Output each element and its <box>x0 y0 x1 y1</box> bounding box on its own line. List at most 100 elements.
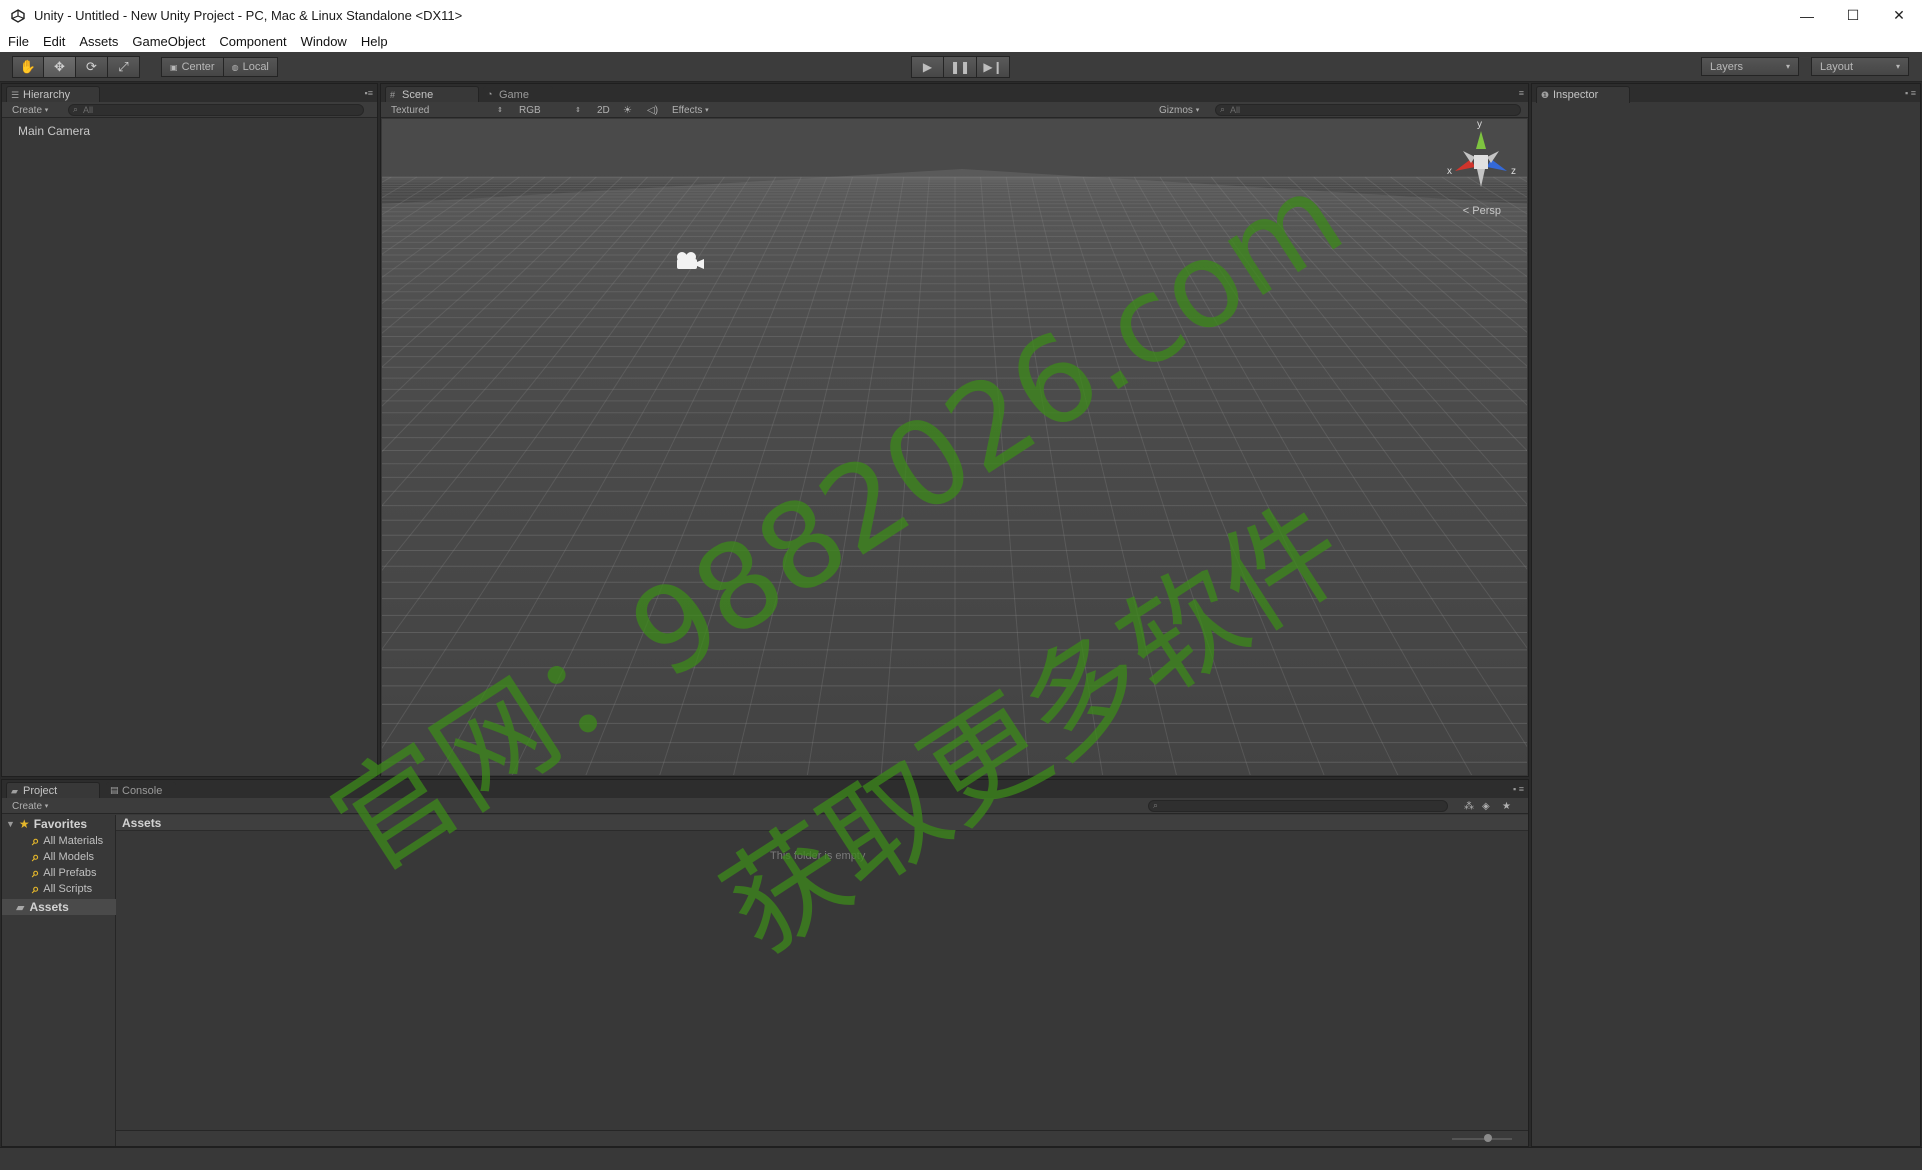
lock-menu-icon[interactable]: ▪ ≡ <box>1905 88 1916 98</box>
scene-search-placeholder: All <box>1230 105 1241 115</box>
project-tabstrip: ▰ Project ▤ Console ▪ ≡ <box>2 780 1528 799</box>
panel-menu-icon[interactable]: ▪≡ <box>365 88 373 98</box>
menu-help[interactable]: Help <box>354 34 395 49</box>
effects-dropdown[interactable]: Effects ▾ <box>666 103 715 117</box>
hierarchy-create-label: Create <box>12 104 43 116</box>
star-icon: ★ <box>1502 800 1511 812</box>
updown-icon: ⇕ <box>497 107 503 114</box>
favorite-all-scripts[interactable]: ⌕ All Scripts <box>32 881 92 897</box>
toggle-2d-button[interactable]: 2D <box>591 103 616 117</box>
play-icon: ▶ <box>922 60 933 74</box>
render-mode-dropdown[interactable]: RGB ⇕ <box>513 103 587 117</box>
project-create-dropdown[interactable]: Create ▾ <box>6 799 54 813</box>
inspector-panel: ❶ Inspector ▪ ≡ <box>1531 83 1921 1147</box>
pause-icon: ❚❚ <box>949 60 971 74</box>
project-content-area[interactable]: Assets This folder is empty <box>116 815 1528 1146</box>
tab-project[interactable]: ▰ Project <box>6 782 100 799</box>
menu-bar: File Edit Assets GameObject Component Wi… <box>0 31 1922 52</box>
scene-tabstrip: # Scene ◔ Game ≡ <box>381 84 1528 103</box>
menu-edit[interactable]: Edit <box>36 34 72 49</box>
icon-size-slider-handle[interactable] <box>1484 1134 1492 1142</box>
panel-menu-icon[interactable]: ≡ <box>1519 88 1524 98</box>
breadcrumb-assets[interactable]: Assets <box>122 816 161 830</box>
menu-component[interactable]: Component <box>212 34 293 49</box>
menu-file[interactable]: File <box>0 34 36 49</box>
move-tool-button[interactable]: ✥ <box>44 56 76 78</box>
camera-icon[interactable] <box>672 249 706 278</box>
projection-label: Persp <box>1472 205 1501 217</box>
hierarchy-search-placeholder: All <box>83 105 94 115</box>
close-button[interactable]: ✕ <box>1876 0 1922 31</box>
window-title: Unity - Untitled - New Unity Project - P… <box>34 8 463 23</box>
tab-console[interactable]: ▤ Console <box>106 782 176 799</box>
icon-size-slider[interactable] <box>1452 1138 1512 1140</box>
tab-game[interactable]: ◔ Game <box>483 86 553 103</box>
pivot-center-button[interactable]: ▣ Center <box>161 57 224 77</box>
favorites-header[interactable]: ▼ ★ Favorites <box>6 817 87 831</box>
menu-assets[interactable]: Assets <box>72 34 125 49</box>
pivot-local-button[interactable]: ◍ Local <box>223 57 278 77</box>
menu-window[interactable]: Window <box>294 34 354 49</box>
maximize-button[interactable]: ☐ <box>1830 0 1876 31</box>
favorite-all-materials[interactable]: ⌕ All Materials <box>32 833 103 849</box>
chevron-left-icon: < <box>1462 205 1470 217</box>
favorite-all-models[interactable]: ⌕ All Models <box>32 849 94 865</box>
filter-by-label-button[interactable]: ◈ <box>1476 799 1496 813</box>
favorite-all-prefabs[interactable]: ⌕ All Prefabs <box>32 865 96 881</box>
tag-icon: ◈ <box>1482 800 1490 812</box>
shading-mode-dropdown[interactable]: Textured ⇕ <box>385 103 509 117</box>
unity-logo-icon <box>10 8 26 24</box>
scale-tool-button[interactable]: ⤢ <box>108 56 140 78</box>
assets-folder-item[interactable]: ▰ Assets <box>2 899 116 915</box>
tab-scene[interactable]: # Scene <box>385 86 479 103</box>
info-icon: ❶ <box>1541 90 1550 100</box>
menu-gameobject[interactable]: GameObject <box>125 34 212 49</box>
hierarchy-subbar: Create ▾ ⌕ All <box>2 102 377 118</box>
hierarchy-search-input[interactable]: ⌕ All <box>68 104 364 116</box>
search-icon: ⌕ <box>1220 104 1226 114</box>
chevron-down-icon: ▾ <box>1785 62 1790 71</box>
tab-inspector[interactable]: ❶ Inspector <box>1536 86 1630 103</box>
pause-button[interactable]: ❚❚ <box>944 56 977 78</box>
search-icon: ⌕ <box>1153 800 1159 810</box>
tab-hierarchy[interactable]: ☰ Hierarchy <box>6 86 100 103</box>
project-create-label: Create <box>12 800 43 812</box>
projection-toggle[interactable]: < Persp <box>1463 205 1501 217</box>
grid-icon: # <box>390 90 396 100</box>
layout-label: Layout <box>1820 60 1854 73</box>
gizmos-dropdown[interactable]: Gizmos ▾ <box>1153 103 1205 117</box>
hierarchy-item-main-camera[interactable]: Main Camera <box>18 124 90 138</box>
console-icon: ▤ <box>110 785 119 795</box>
search-icon: ⌕ <box>73 104 79 114</box>
hierarchy-create-dropdown[interactable]: Create ▾ <box>6 103 54 117</box>
rotate-tool-button[interactable]: ⟳ <box>76 56 108 78</box>
project-search-input[interactable]: ⌕ <box>1148 800 1448 812</box>
layers-dropdown[interactable]: Layers ▾ <box>1701 57 1799 76</box>
pivot-center-label: Center <box>181 61 215 73</box>
chevron-down-icon: ▾ <box>705 107 709 114</box>
favorite-label: All Prefabs <box>43 867 97 879</box>
save-search-button[interactable]: ★ <box>1496 799 1517 813</box>
lock-menu-icon[interactable]: ▪ ≡ <box>1513 784 1524 794</box>
step-button[interactable]: ▶❙ <box>977 56 1010 78</box>
window-titlebar: Unity - Untitled - New Unity Project - P… <box>0 0 1922 31</box>
hand-tool-button[interactable]: ✋ <box>12 56 44 78</box>
orientation-gizmo[interactable]: y x z <box>1441 119 1521 199</box>
folder-icon: ▰ <box>11 786 18 796</box>
layout-dropdown[interactable]: Layout ▾ <box>1811 57 1909 76</box>
lighting-toggle-button[interactable]: ☀ <box>617 103 638 117</box>
tab-game-label: Game <box>499 88 529 101</box>
favorite-label: All Models <box>43 851 95 863</box>
scene-search-input[interactable]: ⌕ All <box>1215 104 1521 116</box>
scene-viewport[interactable]: y x z < Persp <box>382 119 1527 775</box>
gizmo-z-label: z <box>1511 166 1516 177</box>
audio-toggle-button[interactable]: ◁) <box>641 103 664 117</box>
play-button[interactable]: ▶ <box>911 56 944 78</box>
assets-folder-label: Assets <box>29 900 69 914</box>
scene-subbar: Textured ⇕ RGB ⇕ 2D ☀ ◁) Effects ▾ Gizmos … <box>381 102 1528 118</box>
transform-tools: ✋ ✥ ⟳ ⤢ <box>12 56 140 78</box>
pivot-toggles: ▣ Center ◍ Local <box>161 57 278 79</box>
gizmo-y-label: y <box>1477 119 1482 130</box>
minimize-button[interactable]: — <box>1784 0 1830 31</box>
triangle-down-icon: ▼ <box>6 819 15 829</box>
